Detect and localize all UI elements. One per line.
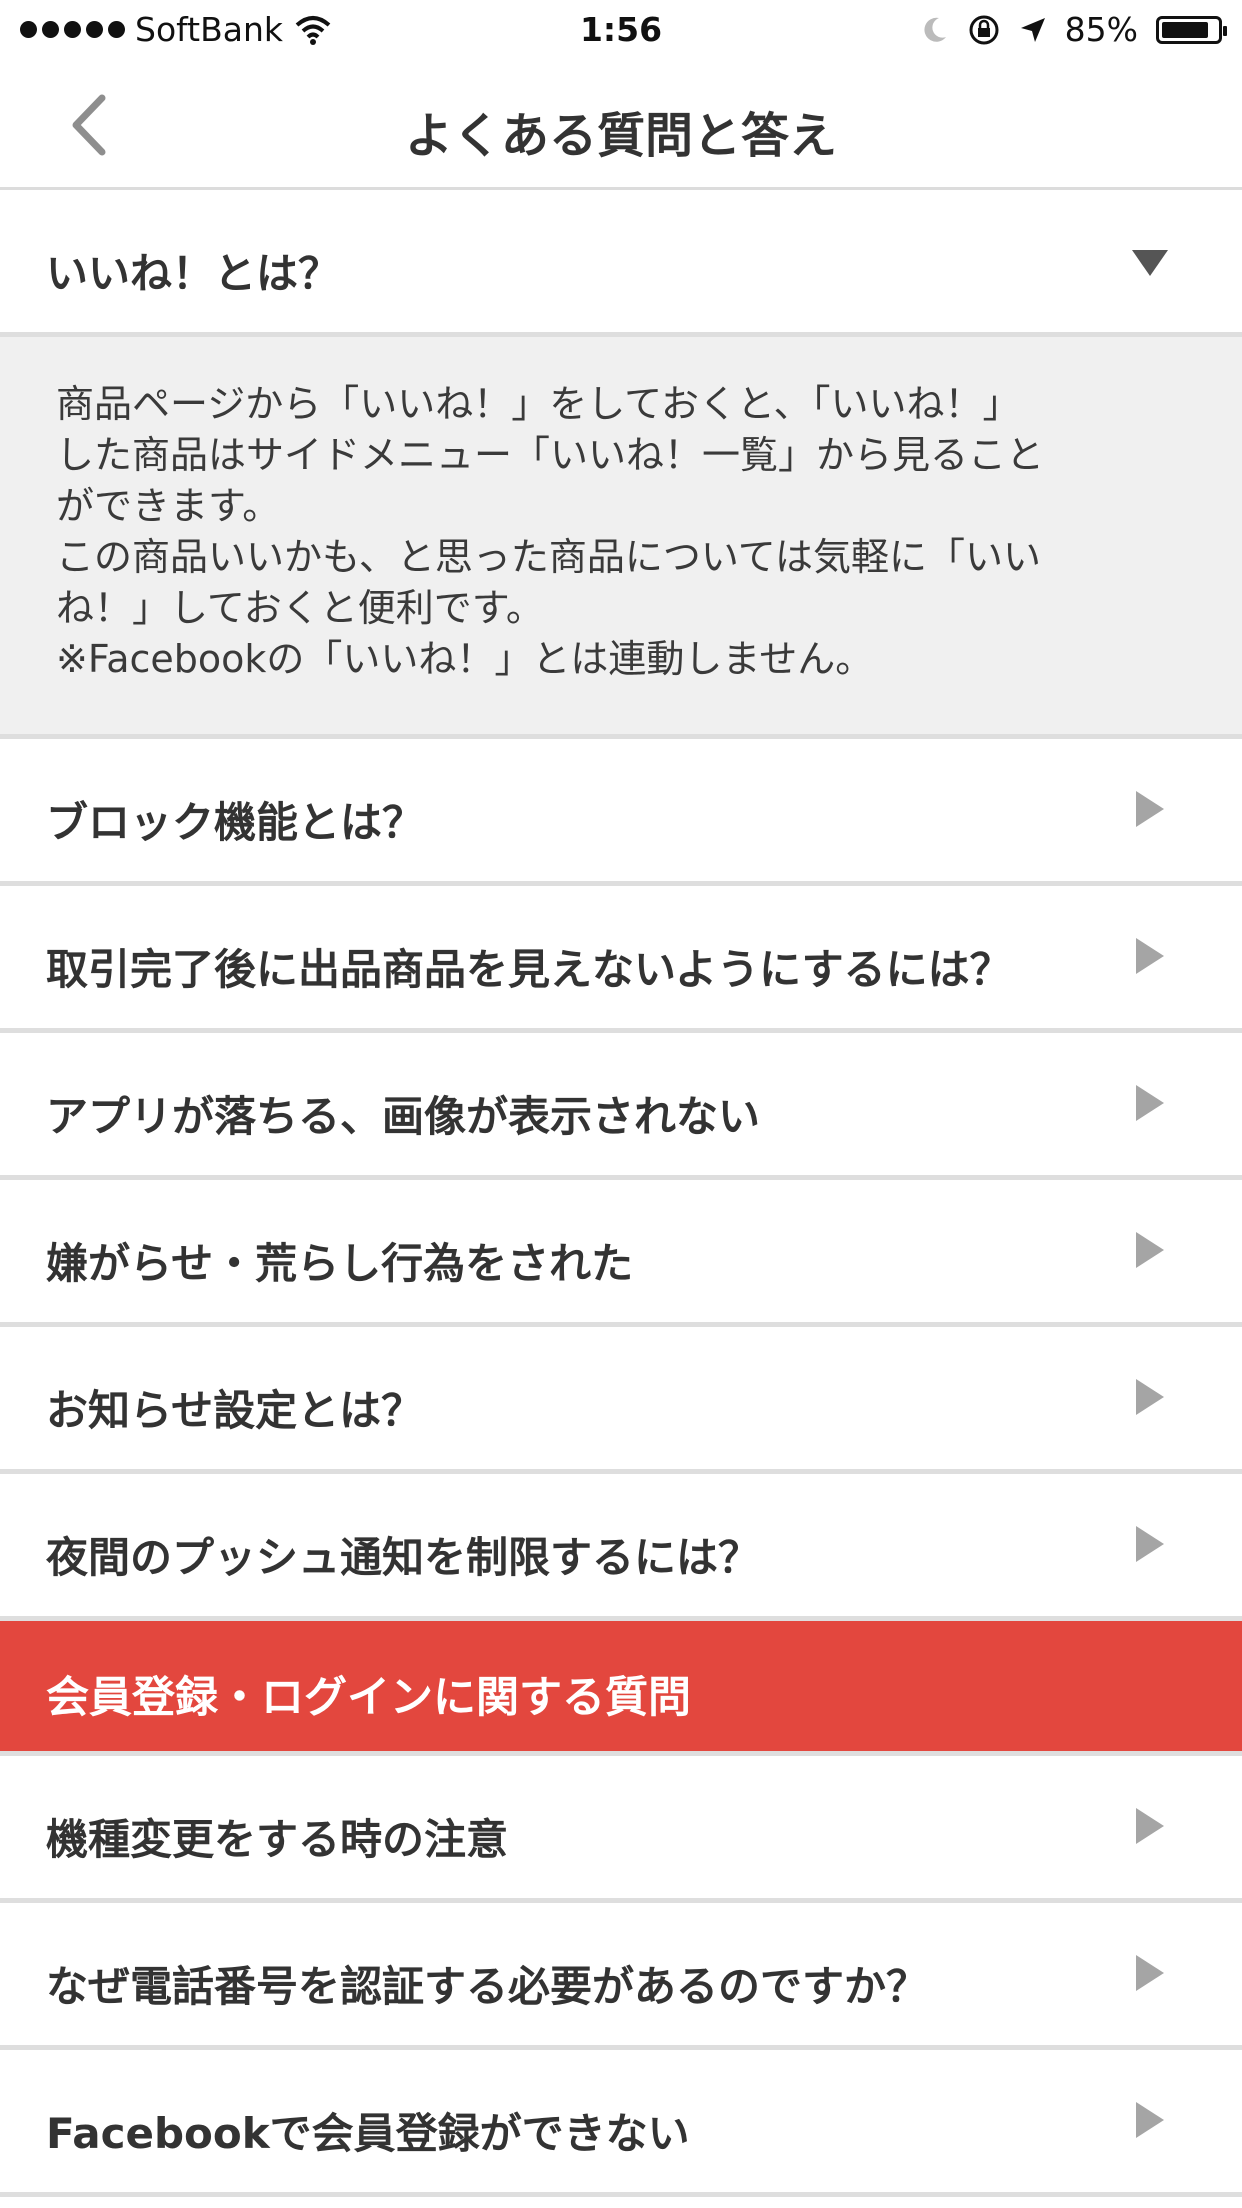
answer-line: この商品いいかも、と思った商品については気軽に「いい: [56, 535, 1041, 579]
faq-question: 取引完了後に出品商品を見えないようにするには？: [46, 945, 1012, 994]
rotation-lock-icon: [969, 15, 999, 44]
faq-question: ブロック機能とは？: [46, 798, 425, 847]
faq-item-expanded[interactable]: いいね！とは？: [0, 190, 1242, 337]
faq-item[interactable]: 取引完了後に出品商品を見えないようにするには？: [0, 886, 1242, 1033]
faq-question: Facebookで会員登録ができない: [46, 2109, 690, 2158]
section-header: 会員登録・ログインに関する質問: [0, 1621, 1242, 1756]
section-title: 会員登録・ログインに関する質問: [46, 1673, 691, 1723]
faq-question: いいね！とは？: [46, 249, 341, 298]
faq-list: いいね！とは？ 商品ページから「いいね！」をしておくと、「いいね！」 した商品は…: [0, 190, 1242, 2197]
triangle-right-icon: [1136, 2102, 1164, 2138]
battery-percent: 85%: [1064, 10, 1138, 49]
navigation-bar: よくある質問と答え: [0, 60, 1242, 190]
moon-icon: [924, 17, 946, 42]
battery-icon: [1156, 15, 1227, 44]
triangle-down-icon: [1132, 250, 1168, 276]
triangle-right-icon: [1136, 1085, 1164, 1121]
location-arrow-icon: [1020, 17, 1045, 42]
faq-item[interactable]: 嫌がらせ・荒らし行為をされた: [0, 1180, 1242, 1327]
faq-item[interactable]: Facebookで会員登録ができない: [0, 2050, 1242, 2197]
page-title: よくある質問と答え: [404, 108, 837, 164]
faq-question: 機種変更をする時の注意: [46, 1815, 509, 1864]
faq-item[interactable]: 夜間のプッシュ通知を制限するには？: [0, 1474, 1242, 1621]
faq-question: なぜ電話番号を認証する必要があるのですか？: [46, 1962, 929, 2011]
faq-question: 嫌がらせ・荒らし行為をされた: [46, 1239, 634, 1288]
triangle-right-icon: [1136, 1526, 1164, 1562]
faq-item[interactable]: なぜ電話番号を認証する必要があるのですか？: [0, 1903, 1242, 2050]
triangle-right-icon: [1136, 791, 1164, 827]
faq-item[interactable]: お知らせ設定とは？: [0, 1327, 1242, 1474]
faq-answer: 商品ページから「いいね！」をしておくと、「いいね！」 した商品はサイドメニュー「…: [0, 337, 1242, 739]
answer-line: した商品はサイドメニュー「いいね！一覧」から見ること: [56, 433, 1045, 477]
faq-question: アプリが落ちる、画像が表示されない: [46, 1092, 761, 1141]
answer-line: 商品ページから「いいね！」をしておくと、「いいね！」: [56, 382, 1021, 426]
status-bar: SoftBank 1:56 85%: [0, 0, 1242, 60]
triangle-right-icon: [1136, 1808, 1164, 1844]
answer-line: ができます。: [56, 484, 281, 528]
faq-question: お知らせ設定とは？: [46, 1386, 424, 1435]
triangle-right-icon: [1136, 1232, 1164, 1268]
triangle-right-icon: [1136, 938, 1164, 974]
triangle-right-icon: [1136, 1955, 1164, 1991]
faq-item[interactable]: 機種変更をする時の注意: [0, 1756, 1242, 1903]
faq-item[interactable]: ブロック機能とは？: [0, 739, 1242, 886]
answer-line: ね！」しておくと便利です。: [56, 586, 544, 630]
answer-line: ※Facebookの「いいね！」とは連動しません。: [56, 637, 874, 681]
faq-question: 夜間のプッシュ通知を制限するには？: [46, 1533, 761, 1582]
triangle-right-icon: [1136, 1379, 1164, 1415]
status-right: 85%: [919, 10, 1227, 49]
faq-item[interactable]: アプリが落ちる、画像が表示されない: [0, 1033, 1242, 1180]
